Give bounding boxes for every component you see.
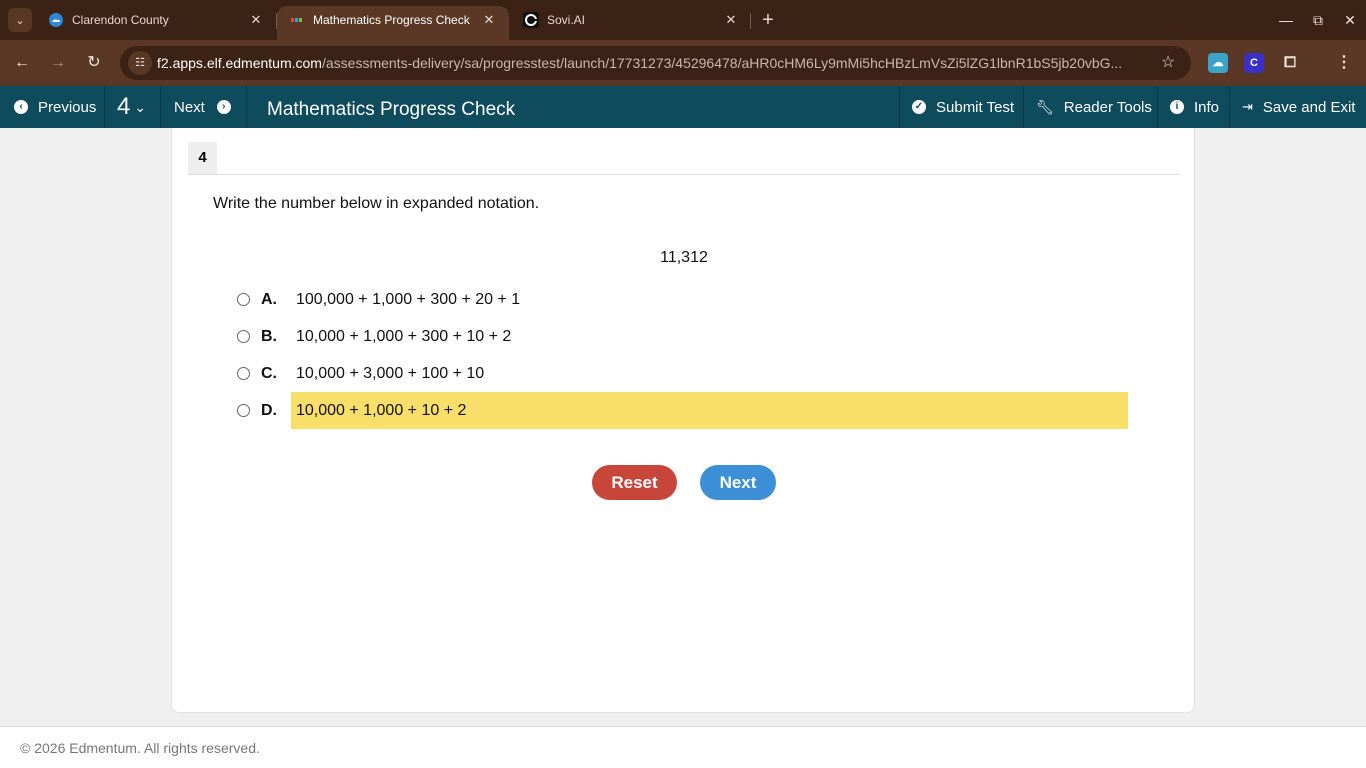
page-footer: © 2026 Edmentum. All rights reserved. — [0, 726, 1366, 768]
menu-kebab-icon[interactable]: ⋮ — [1334, 53, 1354, 73]
address-bar[interactable]: ☷ f2.apps.elf.edmentum.com/assessments-d… — [120, 46, 1191, 80]
sign-out-icon: ⇥ — [1242, 99, 1253, 114]
submit-test-button[interactable]: ✓ Submit Test — [899, 86, 1023, 128]
radio-button[interactable] — [237, 330, 250, 343]
option-letter: B. — [261, 328, 277, 345]
c-extension-icon[interactable]: C — [1244, 53, 1264, 73]
reader-tools-button[interactable]: 🔧︎ Reader Tools — [1023, 86, 1157, 128]
answer-option-c[interactable]: C. 10,000 + 3,000 + 100 + 10 — [236, 355, 1128, 392]
question-number-badge: 4 — [188, 142, 217, 174]
question-value: 11,312 — [660, 249, 708, 266]
option-letter: C. — [261, 365, 277, 382]
tab-clarendon-county[interactable]: Clarendon County ✕ — [36, 6, 276, 40]
previous-button[interactable]: ‹ Previous — [0, 86, 105, 128]
tab-title: Mathematics Progress Check — [313, 13, 470, 27]
question-prompt: Write the number below in expanded notat… — [213, 195, 540, 212]
save-and-exit-button[interactable]: ⇥ Save and Exit — [1229, 86, 1366, 128]
reader-tools-label: Reader Tools — [1063, 98, 1152, 116]
option-letter: D. — [261, 402, 277, 419]
tab-sovi-ai[interactable]: Sovi.AI ✕ — [511, 6, 751, 40]
extensions-puzzle-icon[interactable]: ⧠ — [1280, 53, 1300, 73]
new-tab-icon[interactable]: + — [756, 8, 780, 32]
close-window-icon[interactable]: ✕ — [1338, 8, 1362, 32]
option-text[interactable]: 10,000 + 1,000 + 300 + 10 + 2 — [291, 318, 1128, 355]
url-path: /assessments-delivery/sa/progresstest/la… — [321, 55, 1123, 71]
forward-icon[interactable]: → — [46, 51, 70, 75]
question-card: 4 Write the number below in expanded not… — [171, 128, 1195, 713]
arrow-right-circle-icon: › — [216, 100, 231, 114]
tab-search-button[interactable]: ⌄ — [8, 8, 32, 32]
copyright-text: © 2026 Edmentum. All rights reserved. — [20, 740, 260, 756]
browser-tab-strip: ⌄ Clarendon County ✕ Mathematics Progres… — [0, 0, 1366, 40]
previous-label: Previous — [38, 98, 97, 116]
close-tab-icon[interactable]: ✕ — [479, 10, 499, 30]
assessment-toolbar: ‹ Previous 4 ⌄ Next › Mathematics Progre… — [0, 86, 1366, 128]
onedrive-icon — [49, 13, 63, 27]
answer-option-b[interactable]: B. 10,000 + 1,000 + 300 + 10 + 2 — [236, 318, 1128, 355]
option-text[interactable]: 10,000 + 3,000 + 100 + 10 — [291, 355, 1128, 392]
close-tab-icon[interactable]: ✕ — [721, 10, 741, 30]
tab-title: Sovi.AI — [547, 13, 586, 27]
url-text[interactable]: f2.apps.elf.edmentum.com/assessments-del… — [157, 55, 1147, 71]
check-circle-icon: ✓ — [912, 100, 926, 114]
save-exit-label: Save and Exit — [1262, 98, 1356, 116]
submit-label: Submit Test — [936, 98, 1015, 116]
chevron-down-icon: ⌄ — [134, 98, 147, 115]
reload-icon[interactable]: ↻ — [82, 51, 106, 75]
answer-option-a[interactable]: A. 100,000 + 1,000 + 300 + 20 + 1 — [236, 281, 1128, 318]
bookmark-star-icon[interactable]: ☆ — [1157, 52, 1179, 74]
answer-option-d[interactable]: D. 10,000 + 1,000 + 10 + 2 — [236, 392, 1128, 429]
radio-button[interactable] — [237, 367, 250, 380]
info-label: Info — [1194, 98, 1220, 116]
sovi-icon — [523, 12, 539, 28]
option-text[interactable]: 100,000 + 1,000 + 300 + 20 + 1 — [291, 281, 1128, 318]
tab-divider — [750, 13, 751, 29]
browser-toolbar: ← → ↻ ☷ f2.apps.elf.edmentum.com/assessm… — [0, 40, 1366, 86]
next-nav-button[interactable]: Next › — [161, 86, 247, 128]
next-label: Next — [174, 98, 205, 116]
radio-button[interactable] — [237, 293, 250, 306]
restore-icon[interactable]: ⧉ — [1306, 8, 1330, 32]
tab-title: Clarendon County — [72, 13, 169, 27]
question-selector[interactable]: 4 ⌄ — [105, 86, 161, 128]
tab-mathematics-progress-check[interactable]: Mathematics Progress Check ✕ — [277, 6, 509, 40]
wrench-icon: 🔧︎ — [1036, 98, 1054, 115]
minimize-icon[interactable]: — — [1274, 8, 1298, 32]
arrow-left-circle-icon: ‹ — [14, 100, 28, 114]
back-icon[interactable]: ← — [10, 51, 34, 75]
question-number: 4 — [117, 93, 131, 120]
option-letter: A. — [261, 291, 277, 308]
reset-button[interactable]: Reset — [592, 465, 677, 500]
cloud-extension-icon[interactable]: ☁ — [1208, 53, 1228, 73]
divider — [188, 174, 1180, 175]
radio-button[interactable] — [237, 404, 250, 417]
next-button[interactable]: Next — [700, 465, 776, 500]
edmentum-icon — [291, 18, 302, 22]
site-info-icon[interactable]: ☷ — [128, 51, 152, 75]
info-button[interactable]: i Info — [1157, 86, 1229, 128]
option-text-highlighted[interactable]: 10,000 + 1,000 + 10 + 2 — [291, 392, 1128, 429]
close-tab-icon[interactable]: ✕ — [246, 10, 266, 30]
info-circle-icon: i — [1170, 100, 1184, 114]
page-title: Mathematics Progress Check — [267, 99, 516, 120]
url-domain: f2.apps.elf.edmentum.com — [157, 55, 322, 71]
